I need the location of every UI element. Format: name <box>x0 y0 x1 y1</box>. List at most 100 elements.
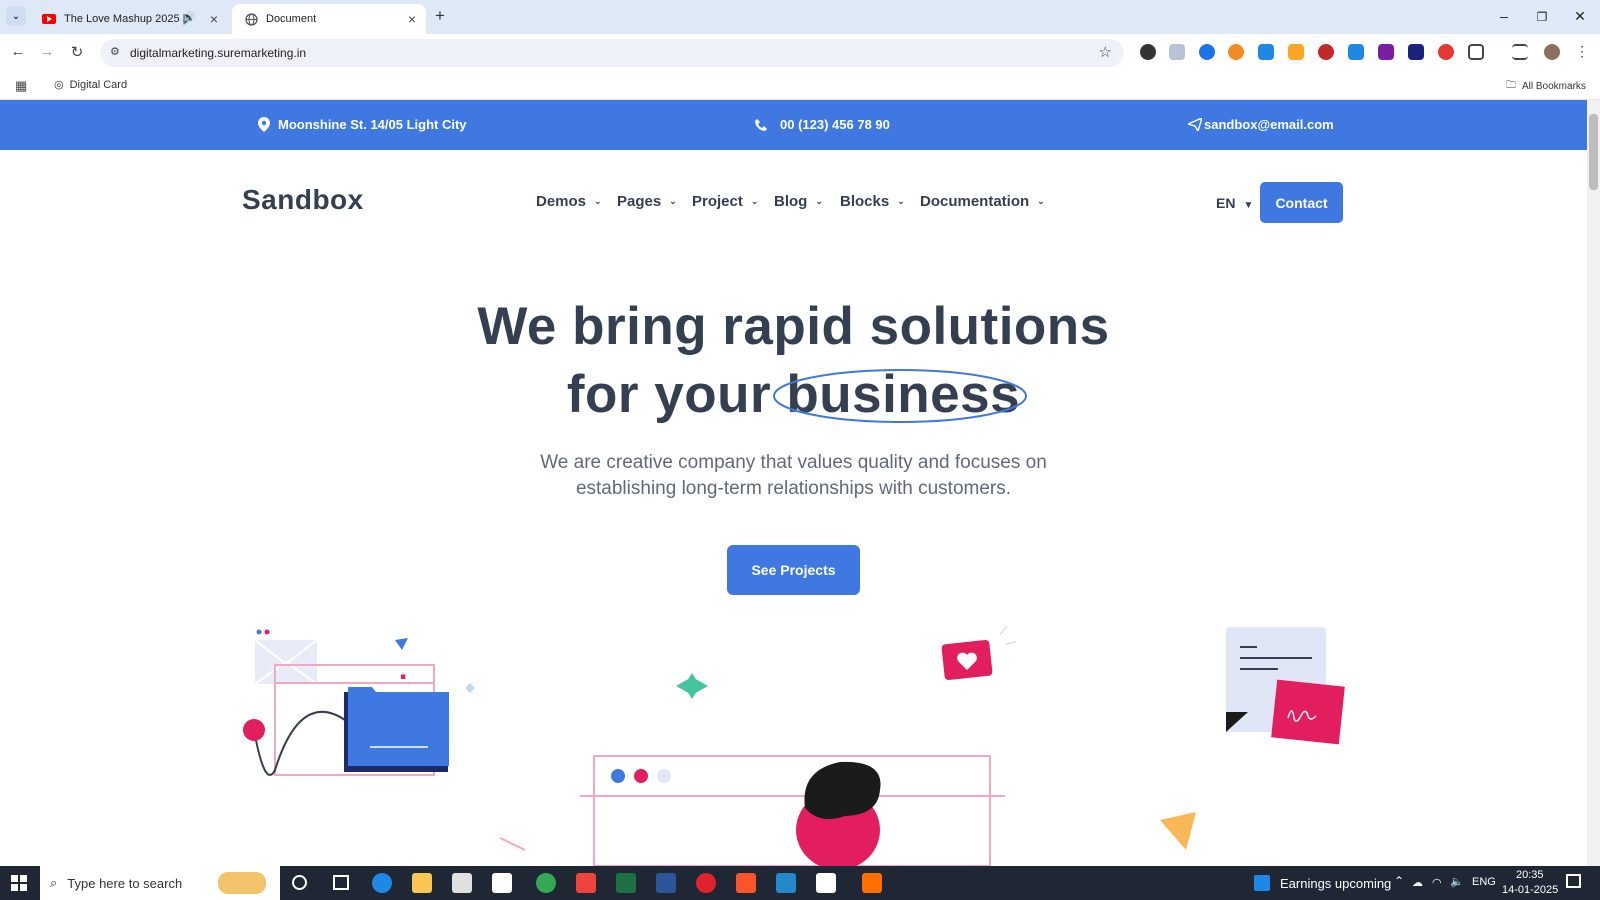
chrome-icon[interactable] <box>536 873 556 893</box>
hero-subtitle-line2: establishing long-term relationships wit… <box>575 478 1012 499</box>
extension-icon[interactable] <box>1378 44 1394 60</box>
extension-icon[interactable] <box>1318 44 1334 60</box>
extension-icon[interactable] <box>1408 44 1424 60</box>
search-placeholder: Type here to search <box>67 875 183 891</box>
see-projects-button[interactable]: See Projects <box>727 545 860 595</box>
extension-icon[interactable] <box>1288 44 1304 60</box>
chevron-down-icon: ⌄ <box>1037 196 1045 206</box>
nav-documentation[interactable]: Documentation ⌄ <box>920 193 1045 210</box>
site-info-icon[interactable]: ⚙ <box>110 45 120 58</box>
excel-icon[interactable] <box>616 873 636 893</box>
nav-pages[interactable]: Pages ⌄ <box>617 193 677 210</box>
nav-blocks[interactable]: Blocks ⌄ <box>840 193 905 210</box>
search-highlight-image <box>218 872 266 894</box>
highlight-oval-icon <box>773 369 1028 423</box>
address-bar[interactable]: ⚙ digitalmarketing.suremarketing.in ☆ <box>100 39 1124 67</box>
page-scrollbar[interactable] <box>1587 100 1600 866</box>
tab-title: Document <box>266 13 317 25</box>
task-view-icon[interactable] <box>333 875 349 890</box>
hero-heading-line2: for your business <box>0 364 1587 425</box>
language-indicator[interactable]: ENG <box>1472 876 1496 888</box>
puzzle-icon[interactable] <box>1468 44 1484 60</box>
vscode-icon[interactable] <box>776 873 796 893</box>
news-widget[interactable]: Earnings upcoming <box>1254 875 1391 891</box>
extension-icon[interactable] <box>1228 44 1244 60</box>
address-item: Moonshine St. 14/05 Light City <box>258 117 467 132</box>
onedrive-icon[interactable]: ☁ <box>1412 876 1423 889</box>
extension-icon[interactable] <box>1169 44 1185 60</box>
extension-icon[interactable] <box>1199 44 1215 60</box>
contact-button[interactable]: Contact <box>1260 182 1343 223</box>
volume-icon[interactable]: 🔈 <box>1450 875 1464 888</box>
store-icon[interactable] <box>452 873 472 893</box>
document-signature-icon <box>1226 627 1345 745</box>
restore-icon[interactable]: ❐ <box>1532 10 1552 24</box>
opera-icon[interactable] <box>696 873 716 893</box>
nav-label: Blog <box>774 193 808 210</box>
bookmark-star-icon[interactable]: ☆ <box>1099 43 1112 61</box>
triangle-shape <box>1160 812 1196 850</box>
nav-label: Blocks <box>840 193 890 210</box>
nav-project[interactable]: Project ⌄ <box>692 193 758 210</box>
close-tab-icon[interactable]: × <box>408 11 416 27</box>
tab-document[interactable]: Document × <box>232 4 426 34</box>
hero-heading-line1: We bring rapid solutions <box>477 297 1110 356</box>
bookmark-digital-card[interactable]: ◎ Digital Card <box>54 78 127 92</box>
reload-icon[interactable]: ↻ <box>67 43 87 61</box>
notification-icon[interactable] <box>1566 874 1581 888</box>
clock-date[interactable]: 14-01-2025 <box>1502 884 1558 896</box>
all-bookmarks[interactable]: 🗀 All Bookmarks <box>1506 78 1586 95</box>
security-icon[interactable] <box>816 873 836 893</box>
nav-blog[interactable]: Blog ⌄ <box>774 193 823 210</box>
edge-icon[interactable] <box>372 873 392 893</box>
web-page: Moonshine St. 14/05 Light City 00 (123) … <box>0 100 1587 866</box>
close-tab-icon[interactable]: × <box>210 11 218 27</box>
new-tab-icon[interactable]: + <box>435 6 445 26</box>
site-logo[interactable]: Sandbox <box>242 184 364 216</box>
phone-text[interactable]: 00 (123) 456 78 90 <box>780 117 890 132</box>
file-explorer-icon[interactable] <box>412 873 432 893</box>
chevron-down-icon: ⌄ <box>594 196 602 206</box>
taskbar-search[interactable]: ⌕ Type here to search <box>40 866 280 900</box>
nav-label: Pages <box>617 193 662 210</box>
language-selector[interactable]: EN ▼ <box>1216 195 1253 211</box>
media-control-icon[interactable] <box>1512 44 1528 60</box>
browser-toolbar: ← → ↻ ⚙ digitalmarketing.suremarketing.i… <box>0 34 1600 70</box>
nav-label: Demos <box>536 193 587 210</box>
adblock-icon[interactable] <box>1438 44 1454 60</box>
svg-text:▪: ▪ <box>400 672 406 682</box>
tab-youtube[interactable]: The Love Mashup 2025 | Hi 🔊 × <box>30 4 228 34</box>
browser-tab-strip: ⌄ The Love Mashup 2025 | Hi 🔊 × Document… <box>0 0 1600 34</box>
extension-icon[interactable] <box>1140 44 1156 60</box>
menu-icon[interactable]: ⋮ <box>1572 43 1592 60</box>
minimize-icon[interactable]: – <box>1494 8 1514 24</box>
wifi-icon[interactable]: ◠ <box>1432 876 1442 889</box>
qrapp-icon[interactable] <box>862 873 882 893</box>
hero-highlight: business <box>773 364 1028 425</box>
scroll-thumb[interactable] <box>1589 114 1598 190</box>
email-text[interactable]: sandbox@email.com <box>1204 117 1334 132</box>
forward-icon[interactable]: → <box>37 43 57 60</box>
tab-search-button[interactable]: ⌄ <box>6 6 26 26</box>
youtube-icon <box>42 12 56 26</box>
nav-demos[interactable]: Demos ⌄ <box>536 193 602 210</box>
windows-start-icon[interactable] <box>11 875 27 891</box>
anydesk-icon[interactable] <box>576 873 596 893</box>
brave-icon[interactable] <box>736 873 756 893</box>
chevron-down-icon: ⌄ <box>815 196 823 206</box>
speaker-icon[interactable]: 🔊 <box>182 11 196 24</box>
clock-time[interactable]: 20:35 <box>1516 869 1544 881</box>
cortana-icon[interactable] <box>292 875 307 890</box>
back-icon[interactable]: ← <box>8 43 28 60</box>
tray-chevron-icon[interactable]: ⌃ <box>1394 874 1404 888</box>
extension-icon[interactable] <box>1348 44 1364 60</box>
close-window-icon[interactable]: ✕ <box>1570 8 1590 25</box>
avatar[interactable] <box>1544 44 1560 60</box>
word-icon[interactable] <box>656 873 676 893</box>
email-item: sandbox@email.com <box>1188 117 1334 132</box>
extension-icon[interactable] <box>1258 44 1274 60</box>
phone-item: 00 (123) 456 78 90 <box>754 117 890 132</box>
apps-grid-icon[interactable]: ▦ <box>15 78 27 94</box>
mail-icon[interactable] <box>492 873 512 893</box>
news-icon <box>1254 875 1270 891</box>
